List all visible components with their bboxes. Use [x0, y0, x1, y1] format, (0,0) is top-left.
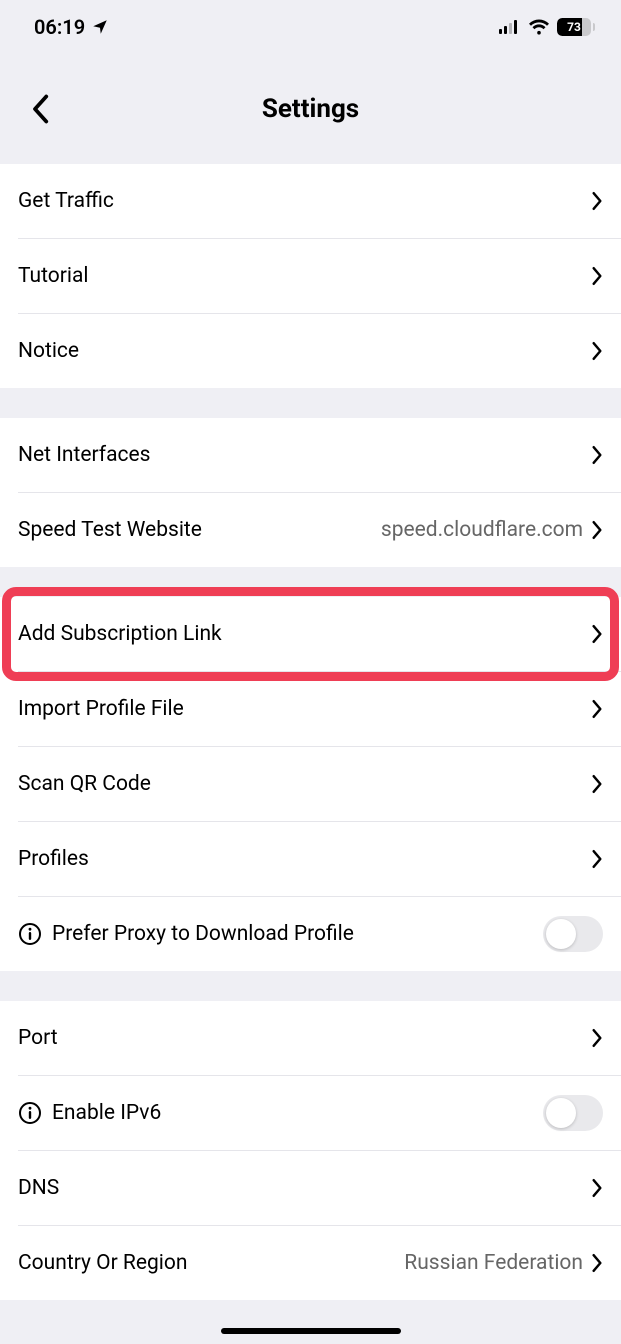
cell-label: Prefer Proxy to Download Profile: [52, 922, 543, 946]
home-indicator[interactable]: [221, 1328, 401, 1334]
cell-label: DNS: [18, 1176, 591, 1200]
toggle-ipv6[interactable]: [543, 1095, 603, 1131]
cell-enable-ipv6: Enable IPv6: [0, 1076, 621, 1150]
status-bar: 06:19 73: [0, 0, 621, 54]
settings-group-network: Net Interfaces Speed Test Website speed.…: [0, 418, 621, 567]
chevron-right-icon: [591, 1028, 603, 1048]
wifi-icon: [528, 19, 550, 35]
cell-label: Enable IPv6: [52, 1101, 543, 1125]
chevron-right-icon: [591, 191, 603, 211]
cell-label: Profiles: [18, 847, 591, 871]
battery-icon: 73: [557, 18, 595, 36]
cell-prefer-proxy: Prefer Proxy to Download Profile: [0, 897, 621, 971]
chevron-right-icon: [591, 699, 603, 719]
chevron-right-icon: [591, 1253, 603, 1273]
cell-detail: Russian Federation: [404, 1251, 583, 1275]
toggle-prefer-proxy[interactable]: [543, 916, 603, 952]
info-icon[interactable]: [18, 922, 42, 946]
cell-notice[interactable]: Notice: [0, 314, 621, 388]
chevron-right-icon: [591, 624, 603, 644]
cell-label: Speed Test Website: [18, 518, 381, 542]
cell-label: Tutorial: [18, 264, 591, 288]
cell-label: Import Profile File: [18, 697, 591, 721]
settings-group-profile: Add Subscription Link Import Profile Fil…: [0, 597, 621, 971]
cell-import-profile[interactable]: Import Profile File: [0, 672, 621, 746]
signal-icon: [499, 20, 521, 34]
cell-add-subscription[interactable]: Add Subscription Link: [0, 597, 621, 671]
battery-percent: 73: [557, 18, 591, 36]
cell-label: Notice: [18, 339, 591, 363]
chevron-right-icon: [591, 520, 603, 540]
cell-scan-qr[interactable]: Scan QR Code: [0, 747, 621, 821]
chevron-right-icon: [591, 774, 603, 794]
cell-profiles[interactable]: Profiles: [0, 822, 621, 896]
cell-get-traffic[interactable]: Get Traffic: [0, 164, 621, 238]
cell-port[interactable]: Port: [0, 1001, 621, 1075]
chevron-right-icon: [591, 849, 603, 869]
cell-detail: speed.cloudflare.com: [381, 518, 583, 542]
page-title: Settings: [262, 94, 359, 124]
status-left: 06:19: [34, 15, 109, 39]
location-icon: [91, 18, 109, 36]
chevron-left-icon: [31, 94, 49, 124]
back-button[interactable]: [20, 89, 60, 129]
cell-country[interactable]: Country Or Region Russian Federation: [0, 1226, 621, 1300]
cell-net-interfaces[interactable]: Net Interfaces: [0, 418, 621, 492]
cell-dns[interactable]: DNS: [0, 1151, 621, 1225]
chevron-right-icon: [591, 266, 603, 286]
cell-speed-test[interactable]: Speed Test Website speed.cloudflare.com: [0, 493, 621, 567]
status-time: 06:19: [34, 15, 85, 39]
nav-header: Settings: [0, 54, 621, 164]
chevron-right-icon: [591, 445, 603, 465]
cell-label: Get Traffic: [18, 189, 591, 213]
cell-label: Port: [18, 1026, 591, 1050]
cell-tutorial[interactable]: Tutorial: [0, 239, 621, 313]
cell-label: Net Interfaces: [18, 443, 591, 467]
cell-label: Scan QR Code: [18, 772, 591, 796]
chevron-right-icon: [591, 341, 603, 361]
status-right: 73: [499, 18, 595, 36]
info-icon[interactable]: [18, 1101, 42, 1125]
settings-group-connection: Port Enable IPv6 DNS Country Or Region R…: [0, 1001, 621, 1300]
cell-label: Add Subscription Link: [18, 622, 591, 646]
chevron-right-icon: [591, 1178, 603, 1198]
cell-label: Country Or Region: [18, 1251, 404, 1275]
settings-group-info: Get Traffic Tutorial Notice: [0, 164, 621, 388]
